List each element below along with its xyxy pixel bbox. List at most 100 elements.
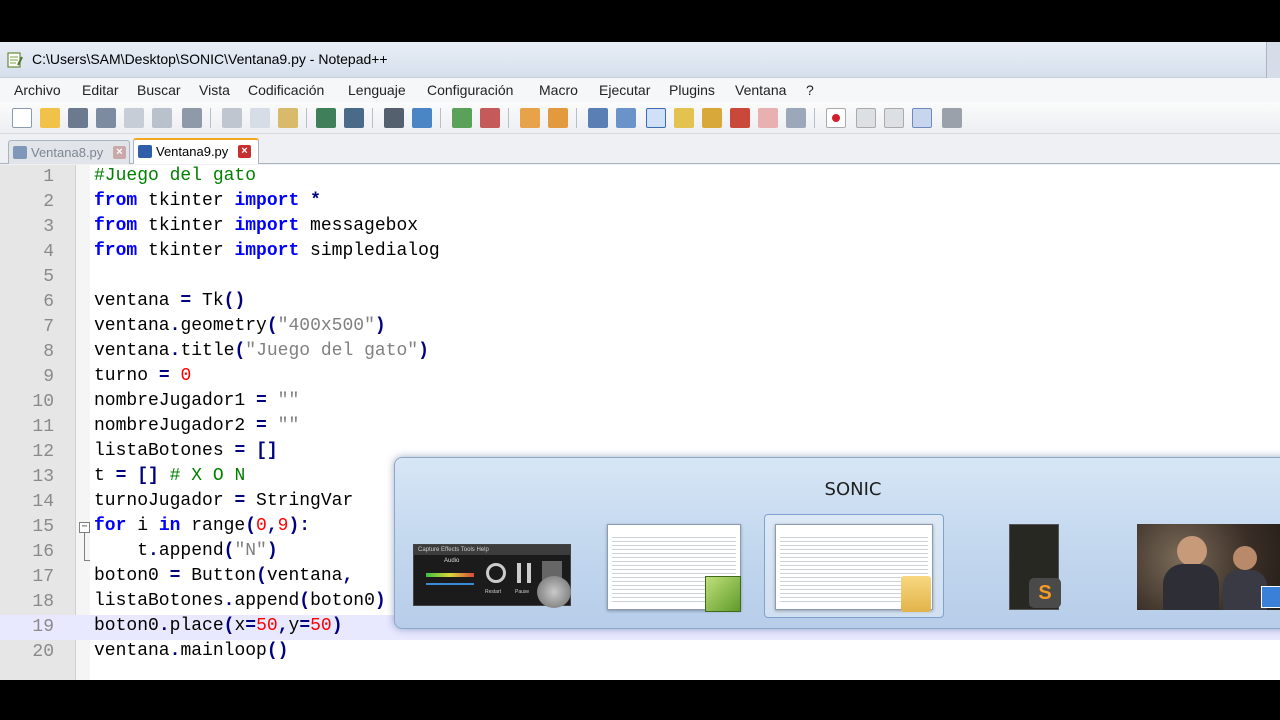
cut-icon[interactable] bbox=[222, 108, 242, 128]
code-token: listaBotones bbox=[94, 441, 235, 461]
replace-icon[interactable] bbox=[412, 108, 432, 128]
save-all-icon[interactable] bbox=[96, 108, 116, 128]
save-icon[interactable] bbox=[68, 108, 88, 128]
indent-guide-icon[interactable] bbox=[646, 108, 666, 128]
code-line[interactable]: 5 bbox=[0, 265, 1280, 290]
tab-close-icon[interactable]: × bbox=[113, 146, 126, 159]
print-icon[interactable] bbox=[182, 108, 202, 128]
code-token: Tk bbox=[191, 291, 224, 311]
line-number: 19 bbox=[32, 617, 54, 637]
toolbar-separator bbox=[814, 108, 815, 128]
copy-icon[interactable] bbox=[250, 108, 270, 128]
code-token: ( bbox=[223, 541, 235, 561]
tab-ventana9[interactable]: Ventana9.py × bbox=[133, 138, 259, 164]
menu-archivo[interactable]: Archivo bbox=[14, 82, 61, 98]
menu-buscar[interactable]: Buscar bbox=[137, 82, 181, 98]
code-token: i bbox=[126, 516, 159, 536]
code-token: 0 bbox=[180, 366, 192, 386]
code-token: ) bbox=[374, 316, 386, 336]
folder-workspace-icon[interactable] bbox=[758, 108, 778, 128]
sonic-folder-thumbnail[interactable] bbox=[773, 524, 939, 614]
code-token: ) bbox=[266, 541, 278, 561]
code-line[interactable]: 8 ventana.title("Juego del gato") bbox=[0, 340, 1280, 365]
code-token: place bbox=[169, 616, 224, 636]
audio-recorder-thumbnail[interactable]: Capture Effects Tools Help Audio Restart… bbox=[413, 544, 573, 610]
close-icon[interactable] bbox=[124, 108, 144, 128]
line-number: 3 bbox=[43, 217, 54, 237]
word-wrap-icon[interactable] bbox=[588, 108, 608, 128]
code-token: = bbox=[256, 391, 267, 411]
zoom-in-icon[interactable] bbox=[452, 108, 472, 128]
tab-ventana8[interactable]: Ventana8.py × bbox=[8, 140, 130, 164]
code-line[interactable]: 7 ventana.geometry("400x500") bbox=[0, 315, 1280, 340]
show-all-chars-icon[interactable] bbox=[616, 108, 636, 128]
code-line[interactable]: 20 ventana.mainloop() bbox=[0, 640, 1280, 665]
sublime-text-thumbnail[interactable]: S bbox=[1007, 524, 1067, 614]
record-macro-icon[interactable] bbox=[826, 108, 846, 128]
audio-menu-bar: Capture Effects Tools Help bbox=[414, 545, 570, 555]
new-file-icon[interactable] bbox=[12, 108, 32, 128]
paste-icon[interactable] bbox=[278, 108, 298, 128]
menu-help[interactable]: ? bbox=[806, 82, 814, 98]
code-token: nombreJugador2 bbox=[94, 416, 257, 436]
code-line[interactable]: 11 nombreJugador2 = "" bbox=[0, 415, 1280, 440]
open-file-icon[interactable] bbox=[40, 108, 60, 128]
code-line[interactable]: 1 #Juego del gato bbox=[0, 165, 1280, 190]
person-body bbox=[1163, 564, 1219, 610]
menu-editar[interactable]: Editar bbox=[82, 82, 119, 98]
code-line[interactable]: 3 from tkinter import messagebox bbox=[0, 215, 1280, 240]
play-macro-icon[interactable] bbox=[884, 108, 904, 128]
window-control-button[interactable] bbox=[1266, 42, 1280, 78]
folder-icon bbox=[901, 576, 931, 612]
line-number: 2 bbox=[43, 192, 54, 212]
zoom-out-icon[interactable] bbox=[480, 108, 500, 128]
code-token: = bbox=[169, 566, 181, 586]
code-token: ( bbox=[234, 341, 246, 361]
menu-macro[interactable]: Macro bbox=[539, 82, 578, 98]
menu-plugins[interactable]: Plugins bbox=[669, 82, 715, 98]
sublime-app-icon: S bbox=[1029, 578, 1061, 608]
tab-bar: Ventana8.py × Ventana9.py × bbox=[0, 134, 1280, 164]
close-all-icon[interactable] bbox=[152, 108, 172, 128]
user-language-icon[interactable] bbox=[674, 108, 694, 128]
run-macro-multiple-icon[interactable] bbox=[912, 108, 932, 128]
code-token: turnoJugador bbox=[94, 491, 235, 511]
line-number: 7 bbox=[43, 317, 54, 337]
fold-toggle-icon[interactable]: − bbox=[79, 522, 90, 533]
menu-lenguaje[interactable]: Lenguaje bbox=[348, 82, 406, 98]
title-bar[interactable]: C:\Users\SAM\Desktop\SONIC\Ventana9.py -… bbox=[0, 42, 1280, 78]
sync-horizontal-icon[interactable] bbox=[548, 108, 568, 128]
menu-ejecutar[interactable]: Ejecutar bbox=[599, 82, 650, 98]
tab-close-icon[interactable]: × bbox=[238, 145, 251, 158]
code-text: from tkinter import messagebox bbox=[94, 216, 418, 236]
menu-codificacion[interactable]: Codificación bbox=[248, 82, 324, 98]
notepad-plus-plus-thumbnail[interactable] bbox=[607, 524, 745, 614]
menu-configuracion[interactable]: Configuración bbox=[427, 82, 513, 98]
redo-icon[interactable] bbox=[344, 108, 364, 128]
notepadpp-app-icon bbox=[7, 52, 23, 68]
function-list-icon[interactable] bbox=[730, 108, 750, 128]
document-map-icon[interactable] bbox=[702, 108, 722, 128]
code-line[interactable]: 10 nombreJugador1 = "" bbox=[0, 390, 1280, 415]
code-token: from bbox=[94, 241, 138, 261]
audio-slider bbox=[426, 583, 474, 585]
code-text: ventana.geometry("400x500") bbox=[94, 316, 386, 336]
code-line[interactable]: 9 turno = 0 bbox=[0, 365, 1280, 390]
undo-icon[interactable] bbox=[316, 108, 336, 128]
sync-vertical-icon[interactable] bbox=[520, 108, 540, 128]
menu-ventana[interactable]: Ventana bbox=[735, 82, 786, 98]
code-line[interactable]: 6 ventana = Tk() bbox=[0, 290, 1280, 315]
task-switcher: SONIC Capture Effects Tools Help Audio R… bbox=[394, 457, 1280, 629]
code-token: import bbox=[234, 191, 300, 211]
find-icon[interactable] bbox=[384, 108, 404, 128]
code-token: import bbox=[234, 241, 300, 261]
toolbar-separator bbox=[440, 108, 441, 128]
monitor-icon[interactable] bbox=[786, 108, 806, 128]
stop-macro-icon[interactable] bbox=[856, 108, 876, 128]
photo-viewer-thumbnail[interactable] bbox=[1137, 524, 1280, 614]
code-line[interactable]: 2 from tkinter import * bbox=[0, 190, 1280, 215]
menu-vista[interactable]: Vista bbox=[199, 82, 230, 98]
save-macro-icon[interactable] bbox=[942, 108, 962, 128]
code-line[interactable]: 4 from tkinter import simpledialog bbox=[0, 240, 1280, 265]
